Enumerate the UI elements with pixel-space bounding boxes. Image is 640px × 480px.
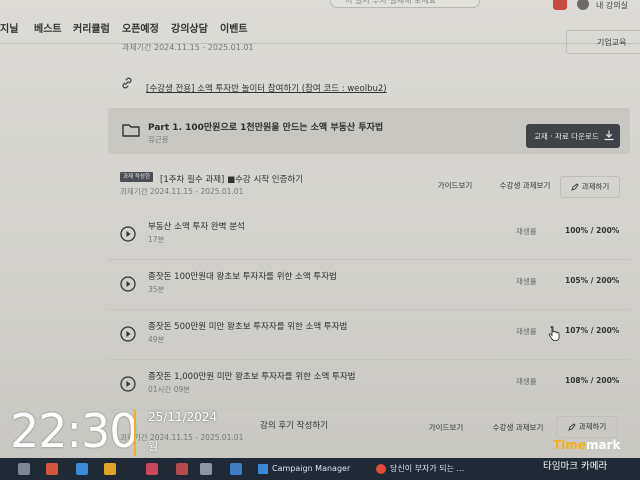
replay-label: 재생률 — [516, 227, 537, 236]
replay-rate: 107% / 200% — [565, 326, 620, 335]
status-badge: 과제 작성한 — [120, 172, 154, 182]
top-navigation: 지닐 베스트 커리큘럼 오픈예정 강의상담 이벤트 이 일시 투자 실제해 보세… — [0, 0, 640, 44]
play-icon[interactable] — [120, 276, 136, 292]
lesson-title[interactable]: 종잣돈 1,000만원 미만 왕초보 투자자를 위한 소액 투자법 — [148, 370, 355, 382]
edge-icon[interactable] — [76, 463, 88, 475]
task-title: 강의 후기 작성하기 — [260, 421, 328, 431]
search-input[interactable]: 이 일시 투자 실제해 보세요 — [330, 0, 480, 8]
pencil-icon — [570, 183, 579, 191]
nav-item-curriculum[interactable]: 커리큘럼 — [73, 20, 110, 35]
task-period: 과제기간 2024.11.15 - 2025.01.01 — [122, 43, 254, 52]
part-title: Part 1. 100만원으로 1천만원을 만드는 소액 부동산 투자법 — [148, 123, 384, 133]
timestamp-divider — [134, 410, 136, 456]
taskbar-app-browser[interactable]: 당신이 부자가 되는 ... — [376, 461, 496, 477]
timestamp-day: 월 — [148, 440, 159, 453]
lesson-duration: 35분 — [148, 285, 165, 294]
replay-label: 재생률 — [516, 377, 537, 386]
folder-icon[interactable] — [104, 463, 116, 475]
lesson-item[interactable]: 부동산 소액 투자 완벽 분석 17분 재생률 100% / 200% — [108, 212, 630, 260]
nav-item-1[interactable]: 지닐 — [0, 20, 18, 35]
instructor-name: 유근용 — [148, 135, 169, 144]
timemark-logo: Timemark — [553, 438, 621, 452]
my-classroom-link[interactable]: 내 강의실 — [596, 0, 628, 11]
course-page: 지닐 베스트 커리큘럼 오픈예정 강의상담 이벤트 이 일시 투자 실제해 보세… — [0, 0, 640, 458]
submit-task-label: 과제하기 — [578, 422, 607, 431]
nav-item-best[interactable]: 베스트 — [34, 20, 62, 35]
download-materials-button[interactable]: 교재 · 자료 다운로드 — [526, 124, 620, 148]
avatar[interactable] — [577, 0, 589, 10]
play-icon[interactable] — [120, 326, 136, 342]
settings-icon[interactable] — [200, 463, 212, 475]
lesson-duration: 01시간 09분 — [148, 385, 191, 394]
lesson-title[interactable]: 종잣돈 100만원대 왕초보 투자자를 위한 소액 투자법 — [148, 270, 337, 282]
play-icon[interactable] — [120, 226, 136, 242]
download-icon — [604, 130, 614, 141]
submit-task-button[interactable]: 과제하기 — [556, 416, 618, 438]
replay-rate: 100% / 200% — [565, 226, 620, 235]
task-view-icon[interactable] — [18, 463, 30, 475]
hand-cursor-icon — [548, 326, 560, 341]
replay-rate: 108% / 200% — [565, 376, 620, 385]
replay-rate: 105% / 200% — [565, 276, 620, 285]
folder-icon — [122, 124, 140, 137]
campaign-manager-icon — [258, 463, 268, 474]
chrome-icon — [376, 463, 386, 474]
taskbar-app-campaign-manager[interactable]: Campaign Manager — [258, 461, 376, 477]
part-header: Part 1. 100만원으로 1천만원을 만드는 소액 부동산 투자법 유근용… — [108, 108, 630, 154]
corporate-education-button[interactable]: 기업교육 — [566, 30, 640, 54]
timemark-subtitle: 타임마크 카메라 — [543, 461, 608, 472]
nav-item-event[interactable]: 이벤트 — [220, 20, 248, 35]
lesson-item[interactable]: 종잣돈 1,000만원 미만 왕초보 투자자를 위한 소액 투자법 01시간 0… — [108, 362, 630, 410]
replay-label: 재생률 — [516, 327, 537, 336]
notification-icon[interactable] — [553, 0, 567, 10]
link-icon — [122, 77, 132, 89]
nav-item-consult[interactable]: 강의상담 — [171, 20, 208, 35]
task-week1: 과제 작성한 [1주차 필수 과제] ■수강 시작 인증하기 과제기간 2024… — [120, 172, 640, 212]
task-period: 과제기간 2024.11.15 - 2025.01.01 — [120, 187, 244, 196]
task-title: [1주차 필수 과제] ■수강 시작 인증하기 — [160, 175, 304, 185]
submit-task-button[interactable]: 과제하기 — [560, 176, 620, 198]
nav-item-upcoming[interactable]: 오픈예정 — [122, 20, 159, 35]
ie-icon[interactable] — [230, 463, 242, 475]
event-link-text[interactable]: [수강생 전용] 소액 투자반 놀이터 참여하기 (참여 코드 : weolbu… — [146, 82, 387, 94]
guide-button[interactable]: 가이드보기 — [430, 176, 480, 198]
lesson-duration: 17분 — [148, 235, 165, 244]
timestamp-time: 22:30 — [10, 404, 139, 458]
submit-task-label: 과제하기 — [581, 182, 610, 191]
play-icon[interactable] — [120, 376, 136, 392]
download-button-label: 교재 · 자료 다운로드 — [534, 132, 599, 141]
view-student-tasks-button[interactable]: 수강생 과제보기 — [480, 418, 556, 440]
app-icon[interactable] — [146, 463, 158, 475]
lesson-title[interactable]: 부동산 소액 투자 완벽 분석 — [148, 220, 245, 232]
lesson-item[interactable]: 종잣돈 100만원대 왕초보 투자자를 위한 소액 투자법 35분 재생률 10… — [108, 262, 630, 310]
pencil-icon — [567, 423, 576, 431]
app-icon[interactable] — [176, 463, 188, 475]
guide-button[interactable]: 가이드보기 — [418, 418, 474, 440]
app-icon[interactable] — [46, 463, 58, 475]
view-student-tasks-button[interactable]: 수강생 과제보기 — [490, 176, 560, 198]
replay-label: 재생률 — [516, 277, 537, 286]
lesson-duration: 49분 — [148, 335, 165, 344]
lesson-title[interactable]: 종잣돈 500만원 미만 왕초보 투자자를 위한 소액 투자법 — [148, 320, 347, 332]
task-period: 과제기간 2024.11.15 - 2025.01.01 — [120, 433, 244, 442]
timestamp-date: 25/11/2024 — [148, 410, 218, 424]
